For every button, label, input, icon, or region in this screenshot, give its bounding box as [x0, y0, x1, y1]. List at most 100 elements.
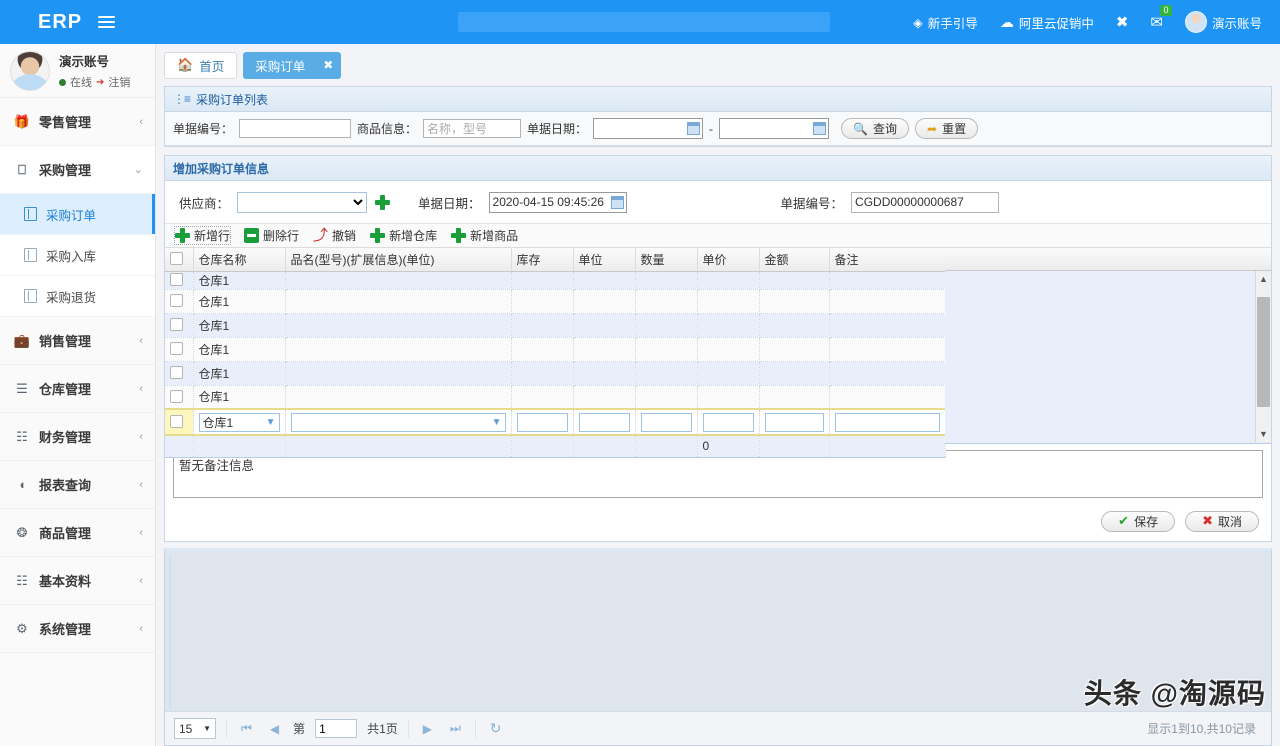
row-warehouse-editor[interactable]: 仓库1 ▼	[193, 409, 285, 435]
row-goods-editor[interactable]: ▼	[285, 409, 511, 435]
doc-no-input[interactable]	[851, 192, 999, 213]
chevron-down-icon[interactable]: ▼	[492, 417, 505, 428]
table-row[interactable]: 仓库1	[165, 271, 945, 289]
logout-label[interactable]: 注销	[108, 74, 130, 90]
table-row-editing[interactable]: 仓库1 ▼ ▼	[165, 409, 945, 435]
table-row[interactable]: 仓库1	[165, 337, 945, 361]
undo-button[interactable]: ⤴ 撤销	[313, 227, 356, 244]
add-warehouse-button[interactable]: 新增仓库	[370, 227, 437, 244]
scroll-up-icon[interactable]: ▲	[1256, 271, 1271, 287]
row-check-cell[interactable]	[165, 289, 193, 313]
next-page-button[interactable]: ▶	[419, 722, 436, 736]
sidebar-item-sales[interactable]: 💼 销售管理 ‹	[0, 317, 155, 365]
tab-bar: 🏠 首页 采购订单 ✖	[156, 44, 1280, 86]
grid-header-amount[interactable]: 金额	[759, 248, 829, 271]
row-unit-editor[interactable]	[573, 409, 635, 435]
guide-button[interactable]: ◈ 新手引导	[913, 13, 978, 32]
cancel-button[interactable]: ✖ 取消	[1185, 511, 1259, 532]
sidebar-item-goods[interactable]: ❂ 商品管理 ‹	[0, 509, 155, 557]
search-button[interactable]: 🔍 查询	[841, 118, 909, 139]
sidebar-item-retail[interactable]: 🎁 零售管理 ‹	[0, 98, 155, 146]
supplier-select[interactable]	[237, 192, 367, 213]
sidebar-item-purchase-inbound[interactable]: 采购入库	[0, 235, 155, 276]
row-checkbox[interactable]	[170, 294, 183, 307]
row-remark-editor[interactable]	[829, 409, 945, 435]
scroll-thumb[interactable]	[1257, 297, 1270, 407]
chevron-left-icon: ‹	[139, 575, 143, 587]
row-price	[697, 289, 759, 313]
row-check-cell[interactable]	[165, 361, 193, 385]
table-row[interactable]: 仓库1	[165, 361, 945, 385]
filter-order-no-input[interactable]	[239, 119, 351, 138]
hamburger-icon[interactable]	[98, 13, 115, 31]
sidebar-item-system[interactable]: ⚙ 系统管理 ‹	[0, 605, 155, 653]
doc-date-input[interactable]: 2020-04-15 09:45:26	[489, 192, 627, 213]
table-row[interactable]: 仓库1	[165, 385, 945, 409]
add-goods-button[interactable]: 新增商品	[451, 227, 518, 244]
tab-purchase-order[interactable]: 采购订单 ✖	[243, 52, 341, 79]
table-row[interactable]: 仓库1	[165, 313, 945, 337]
add-order-title: 增加采购订单信息	[173, 160, 269, 177]
grid-header-unit[interactable]: 单位	[573, 248, 635, 271]
row-checkbox[interactable]	[170, 342, 183, 355]
grid-header-stock[interactable]: 库存	[511, 248, 573, 271]
sidebar-item-reports[interactable]: ◖ 报表查询 ‹	[0, 461, 155, 509]
add-supplier-icon[interactable]	[375, 195, 390, 210]
row-amount-editor[interactable]	[759, 409, 829, 435]
messages-button[interactable]: ✉ 0	[1150, 13, 1163, 31]
last-page-button[interactable]: ⏭	[446, 721, 465, 736]
page-number-input[interactable]	[315, 719, 357, 738]
grid-header-goods[interactable]: 品名(型号)(扩展信息)(单位)	[285, 248, 511, 271]
grid-vertical-scrollbar[interactable]: ▲ ▼	[1255, 271, 1271, 442]
row-qty-editor[interactable]	[635, 409, 697, 435]
row-check-cell[interactable]	[165, 313, 193, 337]
row-checkbox[interactable]	[170, 390, 183, 403]
row-checkbox[interactable]	[170, 366, 183, 379]
sidebar-item-label: 销售管理	[39, 331, 91, 350]
row-check-cell[interactable]	[165, 337, 193, 361]
prev-page-button[interactable]: ◀	[266, 722, 283, 736]
filter-date-to-input[interactable]	[719, 118, 829, 139]
add-row-button[interactable]: 新增行	[175, 227, 230, 244]
total-remark	[829, 435, 945, 457]
filter-goods-input[interactable]	[423, 119, 521, 138]
select-all-checkbox[interactable]	[170, 252, 183, 265]
row-check-cell[interactable]	[165, 409, 193, 435]
row-stock-editor[interactable]	[511, 409, 573, 435]
close-icon[interactable]: ✖	[323, 58, 333, 72]
row-stock	[511, 289, 573, 313]
row-checkbox[interactable]	[170, 318, 183, 331]
row-check-cell[interactable]	[165, 385, 193, 409]
grid-header-warehouse[interactable]: 仓库名称	[193, 248, 285, 271]
chevron-down-icon[interactable]: ▼	[266, 417, 279, 428]
sidebar-item-purchase-order[interactable]: 采购订单	[0, 194, 155, 235]
grid-header-qty[interactable]: 数量	[635, 248, 697, 271]
delete-row-button[interactable]: 删除行	[244, 227, 299, 244]
fullscreen-button[interactable]: ✖	[1116, 13, 1129, 31]
aliyun-promo-button[interactable]: ☁ 阿里云促销中	[1000, 13, 1094, 32]
sidebar-item-purchase-return[interactable]: 采购退货	[0, 276, 155, 317]
grid-header-remark[interactable]: 备注	[829, 248, 945, 271]
grid-header-price[interactable]: 单价	[697, 248, 759, 271]
sidebar-item-finance[interactable]: ☷ 财务管理 ‹	[0, 413, 155, 461]
row-check-cell[interactable]	[165, 271, 193, 289]
filter-date-from-input[interactable]	[593, 118, 703, 139]
reset-button[interactable]: ➦ 重置	[915, 118, 978, 139]
logout-icon[interactable]: ➔	[96, 77, 104, 88]
sidebar-item-basic-data[interactable]: ☷ 基本资料 ‹	[0, 557, 155, 605]
global-search-input[interactable]	[458, 12, 830, 32]
tab-home[interactable]: 🏠 首页	[164, 52, 237, 79]
first-page-button[interactable]: ⏮	[237, 721, 256, 736]
page-size-select[interactable]: 15 ▼	[174, 718, 216, 739]
sidebar-item-warehouse[interactable]: ☰ 仓库管理 ‹	[0, 365, 155, 413]
refresh-icon[interactable]: ↻	[486, 720, 506, 737]
grid-header-check[interactable]	[165, 248, 193, 271]
table-row[interactable]: 仓库1	[165, 289, 945, 313]
row-checkbox[interactable]	[170, 273, 183, 286]
save-button[interactable]: ✔ 保存	[1101, 511, 1175, 532]
user-menu-button[interactable]: 演示账号	[1185, 11, 1262, 33]
scroll-down-icon[interactable]: ▼	[1256, 426, 1271, 442]
row-checkbox[interactable]	[170, 415, 183, 428]
row-price-editor[interactable]	[697, 409, 759, 435]
sidebar-item-purchase[interactable]: ⎕ 采购管理 ⌄	[0, 146, 155, 194]
